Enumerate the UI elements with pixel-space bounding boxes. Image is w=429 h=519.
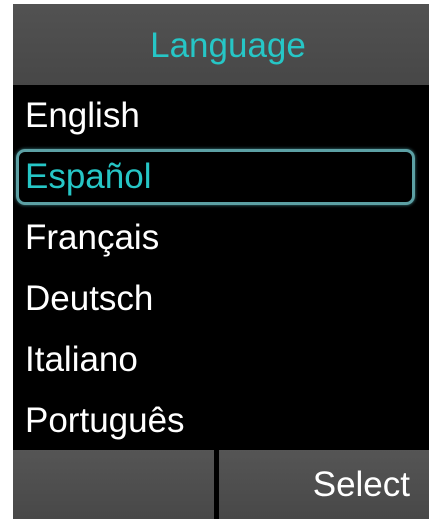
language-item-deutsch[interactable]: Deutsch	[13, 268, 429, 329]
language-list: English Español Français Deutsch Italian…	[13, 85, 429, 451]
language-item-espanol[interactable]: Español	[13, 146, 429, 207]
language-item-francais[interactable]: Français	[13, 207, 429, 268]
language-item-portugues[interactable]: Português	[13, 390, 429, 451]
title-bar: Language	[13, 4, 429, 85]
left-softkey[interactable]	[13, 450, 214, 519]
page-title: Language	[150, 25, 306, 65]
select-softkey[interactable]: Select	[219, 450, 429, 519]
language-item-english[interactable]: English	[13, 85, 429, 146]
language-screen: Language English Español Français Deutsc…	[13, 4, 429, 519]
softkey-bar: Select	[13, 450, 429, 519]
language-item-italiano[interactable]: Italiano	[13, 329, 429, 390]
